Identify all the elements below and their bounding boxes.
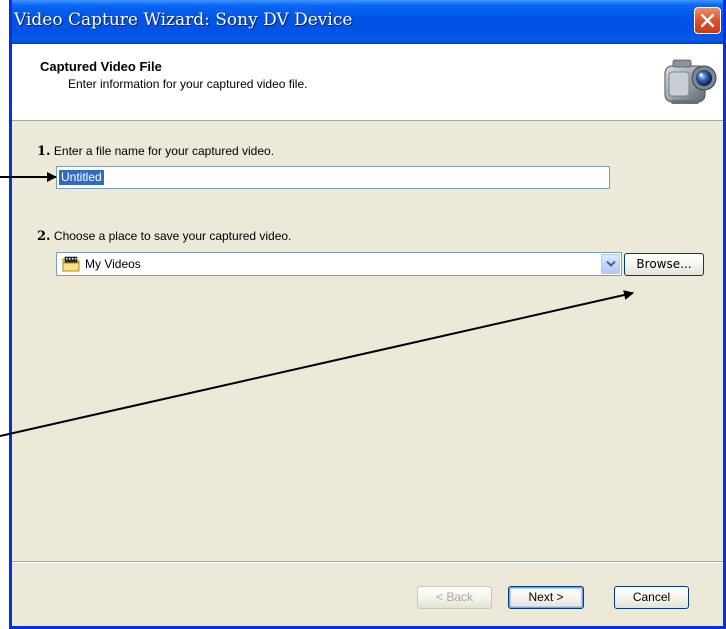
step2-text: Choose a place to save your captured vid… <box>50 229 292 243</box>
dropdown-button[interactable] <box>601 254 620 274</box>
header-title: Captured Video File <box>40 59 162 74</box>
close-icon <box>700 13 715 28</box>
window-title: Video Capture Wizard: Sony DV Device <box>14 10 353 30</box>
filename-value[interactable]: Untitled <box>59 170 104 185</box>
wizard-window: Video Capture Wizard: Sony DV Device Cap… <box>9 0 726 629</box>
browse-button[interactable]: Browse... <box>624 253 704 276</box>
close-button[interactable] <box>694 7 721 34</box>
my-videos-folder-icon <box>62 256 80 272</box>
save-location-dropdown[interactable]: My Videos <box>56 252 622 276</box>
back-button[interactable]: < Back <box>417 586 492 609</box>
filename-input[interactable]: Untitled <box>56 166 610 189</box>
wizard-header: Captured Video File Enter information fo… <box>12 44 723 121</box>
step2-label: 2. Choose a place to save your captured … <box>37 229 291 244</box>
step1-text: Enter a file name for your captured vide… <box>50 144 275 158</box>
cancel-button[interactable]: Cancel <box>614 586 689 609</box>
step2-number: 2. <box>37 229 51 244</box>
save-location-value: My Videos <box>85 257 141 271</box>
next-button[interactable]: Next > <box>508 586 584 609</box>
title-bar[interactable]: Video Capture Wizard: Sony DV Device <box>12 0 723 44</box>
step1-label: 1. Enter a file name for your captured v… <box>37 144 274 159</box>
chevron-down-icon <box>606 260 616 267</box>
footer-divider <box>12 561 723 563</box>
camcorder-icon <box>664 59 717 104</box>
step1-number: 1. <box>37 144 51 159</box>
header-subtitle: Enter information for your captured vide… <box>68 77 308 91</box>
